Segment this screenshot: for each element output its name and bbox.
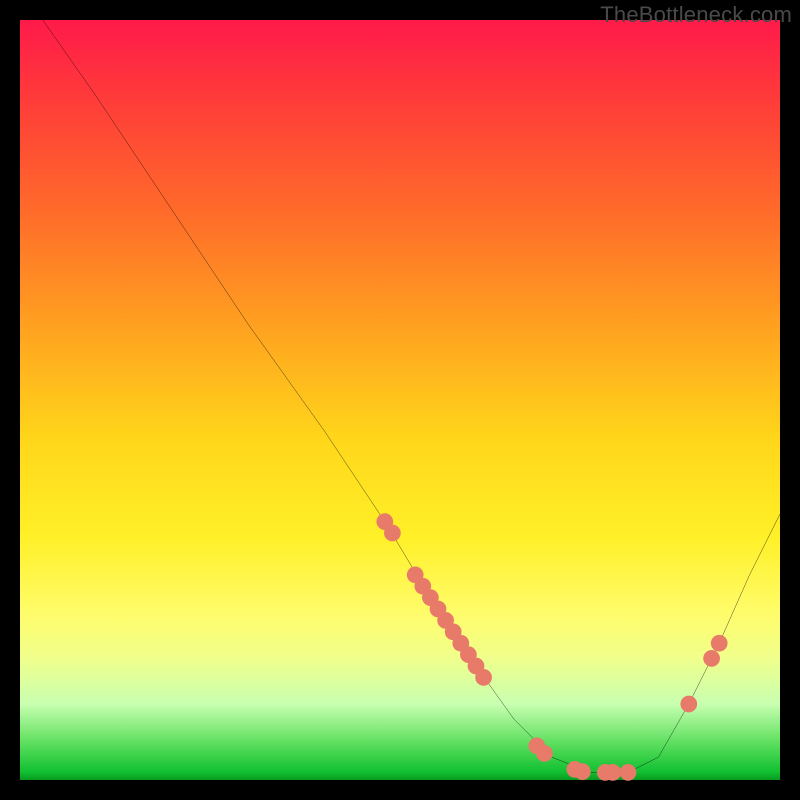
data-dot bbox=[620, 764, 637, 781]
bottleneck-curve bbox=[43, 20, 780, 772]
data-dot bbox=[384, 525, 401, 542]
data-dot bbox=[536, 745, 553, 762]
data-dot bbox=[711, 635, 728, 652]
chart-svg bbox=[20, 20, 780, 780]
data-dot bbox=[475, 669, 492, 686]
data-dots-group bbox=[376, 513, 727, 781]
data-dot bbox=[604, 764, 621, 781]
data-dot bbox=[703, 650, 720, 667]
data-dot bbox=[680, 696, 697, 713]
data-dot bbox=[574, 763, 591, 780]
